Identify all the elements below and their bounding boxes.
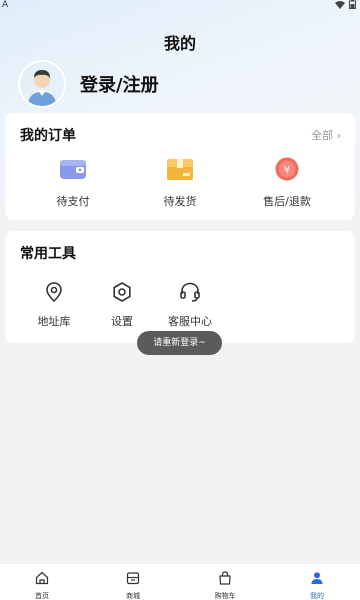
login-register-link[interactable]: 登录/注册 [80,71,159,97]
battery-icon [349,0,356,9]
tool-address-book[interactable]: 地址库 [24,281,84,329]
tab-store-label: 商城 [126,592,140,600]
store-icon [126,572,140,585]
home-icon [35,571,49,585]
tool-address-book-label: 地址库 [37,315,71,328]
tab-cart-label: 购物车 [214,592,236,600]
package-icon [167,159,193,180]
wifi-icon [335,0,345,9]
settings-gear-icon [113,282,131,302]
orders-title: 我的订单 [20,128,76,144]
avatar[interactable] [18,60,66,108]
order-pending-payment-label: 待支付 [56,195,90,208]
headset-icon [180,282,200,302]
order-pending-payment[interactable]: 待支付 [33,157,113,209]
wallet-icon [60,160,86,179]
status-indicator: A [2,0,9,10]
all-orders-label: 全部 [311,129,334,142]
relogin-toast: 请重新登录~ [137,331,222,355]
svg-text:¥: ¥ [284,165,290,176]
tool-customer-service[interactable]: 客服中心 [160,281,220,329]
refund-icon: ¥ [275,157,299,181]
tool-settings[interactable]: 设置 [92,281,152,329]
status-bar: A [0,0,360,12]
chevron-right-icon: › [333,129,341,142]
tab-mine-label: 我的 [310,592,324,600]
tab-mine[interactable]: 我的 [287,570,347,600]
order-refund-label: 售后/退款 [263,195,311,208]
cart-bag-icon [219,571,231,585]
tab-store[interactable]: 商城 [103,570,163,600]
user-icon [311,572,323,584]
tab-cart[interactable]: 购物车 [195,570,255,600]
location-pin-icon [46,282,62,303]
tools-title: 常用工具 [20,246,76,262]
tab-home-label: 首页 [35,592,49,600]
tools-card: 常用工具 地址库 设置 客服中心 [5,231,355,343]
profile-section[interactable]: 登录/注册 [18,60,159,108]
order-refund[interactable]: ¥ 售后/退款 [247,157,327,209]
tool-customer-service-label: 客服中心 [168,315,212,328]
all-orders-link[interactable]: 全部 › [311,127,341,143]
order-pending-shipment-label: 待发货 [163,195,197,208]
tab-home[interactable]: 首页 [12,570,72,600]
order-pending-shipment[interactable]: 待发货 [140,157,220,209]
page-title: 我的 [163,34,196,53]
orders-card: 我的订单 全部 › 待支付 待发货 ¥ 售后/退款 [5,113,355,220]
avatar-icon [20,62,64,106]
bottom-tabbar: 首页 商城 购物车 我的 [0,563,360,600]
tool-settings-label: 设置 [111,315,133,328]
